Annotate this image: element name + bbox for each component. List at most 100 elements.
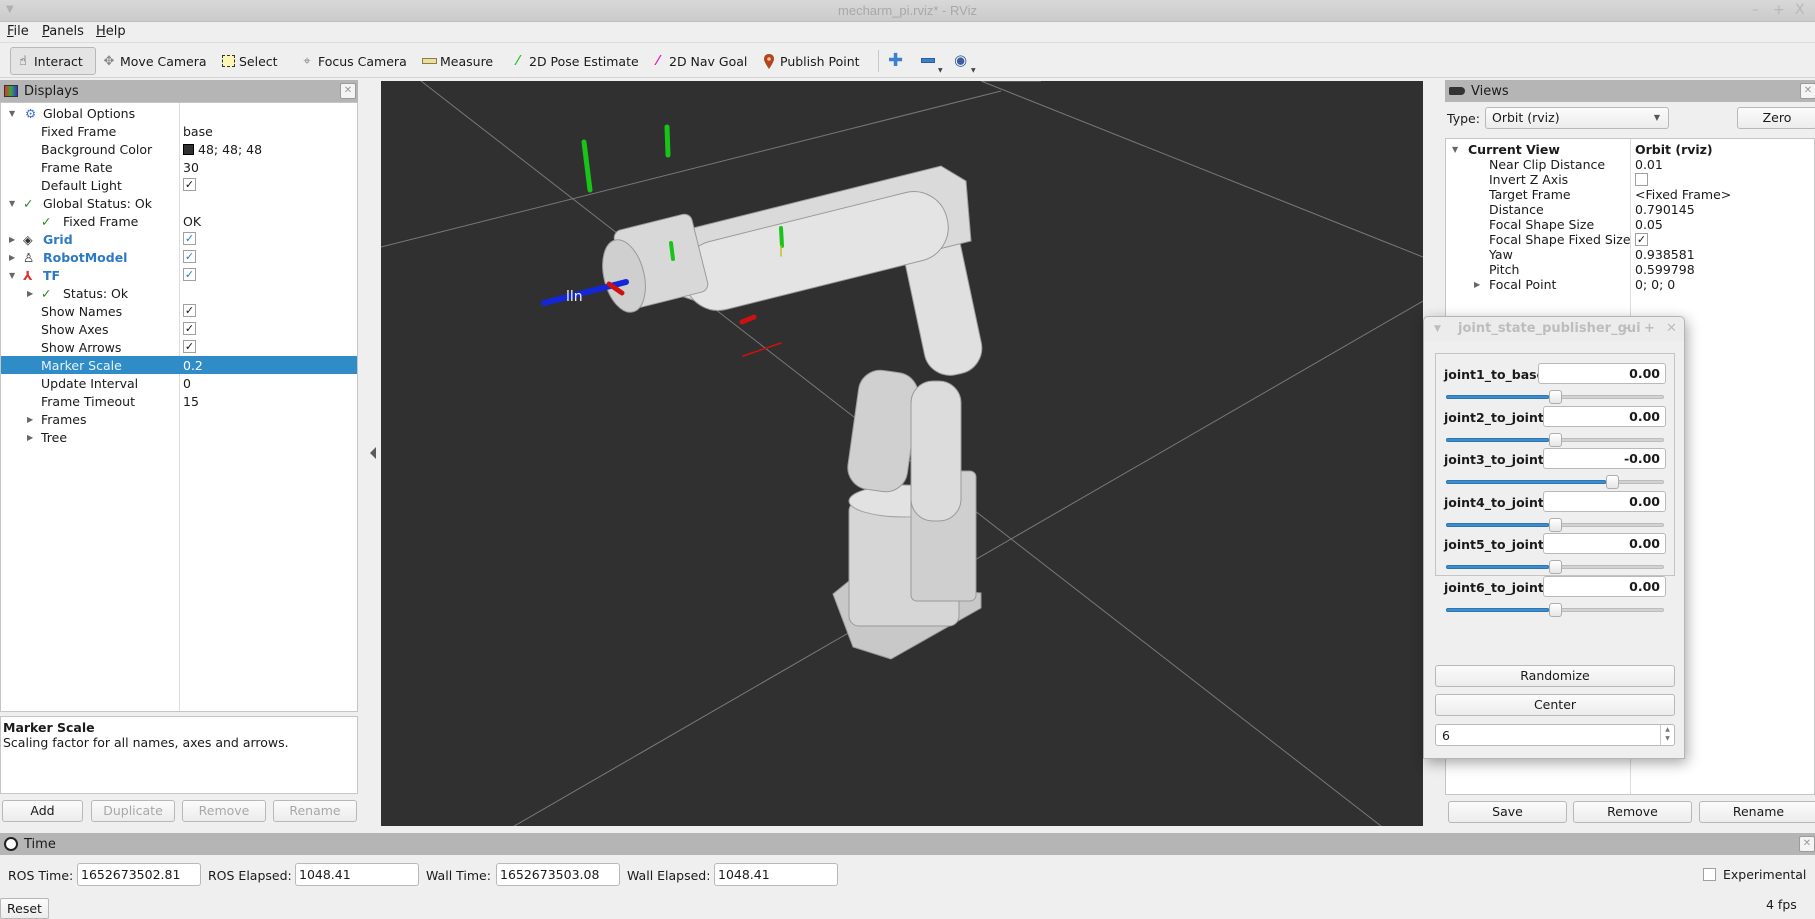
remove-display-button[interactable]: Remove [182, 800, 266, 822]
center-button[interactable]: Center [1435, 694, 1675, 716]
display-row-value[interactable]: 30 [183, 160, 199, 175]
views-close-icon[interactable]: ✕ [1800, 83, 1815, 99]
view-property-row[interactable]: Focal Shape Fixed Size ✓ [1446, 232, 1815, 247]
view-property-row[interactable]: Invert Z Axis [1446, 172, 1815, 187]
randomize-button[interactable]: Randomize [1435, 665, 1675, 687]
slider-handle[interactable] [1606, 475, 1619, 489]
display-row-checkbox[interactable]: ✓ [183, 304, 196, 317]
view-property-row[interactable]: Focal Shape Size 0.05 [1446, 217, 1815, 232]
view-property-row[interactable]: Distance 0.790145 [1446, 202, 1815, 217]
joint-slider[interactable] [1446, 602, 1664, 617]
duplicate-display-button[interactable]: Duplicate [91, 800, 175, 822]
jsp-title-bar[interactable]: ▼ joint_state_publisher_gui – + ✕ [1424, 317, 1684, 341]
display-tree-row[interactable]: ▶ ◈ Grid ✓ [1, 230, 357, 248]
display-tree-row[interactable]: Fixed Frame base [1, 122, 357, 140]
display-tree-row[interactable]: Frame Timeout 15 [1, 392, 357, 410]
display-row-checkbox[interactable]: ✓ [183, 232, 196, 245]
wall-time-field[interactable]: 1652673503.08 [496, 863, 620, 886]
display-row-checkbox[interactable]: ✓ [183, 178, 196, 191]
display-tree-row[interactable]: Marker Scale 0.2 [1, 356, 357, 374]
reset-time-button[interactable]: Reset [0, 898, 49, 919]
minus-dropdown-icon[interactable]: ▼ [938, 67, 943, 74]
display-row-value[interactable]: OK [183, 214, 201, 229]
menu-file[interactable]: File [7, 24, 29, 39]
tool-focus-camera[interactable]: ⌖ Focus Camera [295, 47, 411, 75]
display-tree-row[interactable]: ▼ ✓ Global Status: Ok [1, 194, 357, 212]
display-row-value[interactable]: 15 [183, 394, 199, 409]
eye-icon[interactable]: ◉ [954, 51, 967, 69]
zero-view-button[interactable]: Zero [1737, 107, 1815, 129]
display-tree-row[interactable]: ▶ Tree [1, 428, 357, 446]
display-row-checkbox[interactable]: ✓ [183, 250, 196, 263]
joint-slider[interactable] [1446, 560, 1664, 574]
joint-slider[interactable] [1446, 432, 1664, 447]
collapse-splitter-handle[interactable] [370, 447, 376, 459]
joint-value-field[interactable]: -0.00 [1543, 448, 1666, 469]
view-property-row[interactable]: Target Frame <Fixed Frame> [1446, 187, 1815, 202]
spin-arrows-icon[interactable]: ▲ ▼ [1660, 725, 1674, 745]
expand-open-icon[interactable]: ▼ [9, 199, 15, 208]
display-row-value[interactable]: 0 [183, 376, 191, 391]
maximize-button[interactable]: + [1773, 2, 1785, 18]
view-property-value[interactable]: <Fixed Frame> [1635, 187, 1731, 202]
expand-closed-icon[interactable]: ▶ [27, 415, 33, 424]
display-tree-row[interactable]: Default Light ✓ [1, 176, 357, 194]
joint-count-spinbox[interactable]: 6 ▲ ▼ [1435, 724, 1675, 746]
display-row-value[interactable]: 48; 48; 48 [183, 142, 262, 157]
remove-view-button[interactable]: Remove [1573, 801, 1692, 823]
view-property-checkbox[interactable]: ✓ [1635, 233, 1648, 246]
jsp-maximize-button[interactable]: + [1644, 317, 1655, 341]
ros-elapsed-field[interactable]: 1048.41 [295, 863, 419, 886]
plus-icon[interactable]: ✚ [888, 50, 903, 71]
expand-closed-icon[interactable]: ▶ [9, 235, 15, 244]
view-property-value[interactable]: 0.01 [1635, 157, 1663, 172]
display-tree-row[interactable]: ▶ ♙ RobotModel ✓ [1, 248, 357, 266]
close-window-button[interactable]: X [1795, 2, 1805, 18]
display-tree-row[interactable]: Show Axes ✓ [1, 320, 357, 338]
display-tree-row[interactable]: Background Color 48; 48; 48 [1, 140, 357, 158]
menu-help[interactable]: Help [96, 24, 126, 39]
rename-display-button[interactable]: Rename [273, 800, 357, 822]
display-tree-row[interactable]: ▼ ⅄ TF ✓ [1, 266, 357, 284]
display-tree-row[interactable]: ▶ Frames [1, 410, 357, 428]
experimental-checkbox[interactable] [1703, 868, 1716, 881]
jsp-minimize-button[interactable]: – [1624, 317, 1631, 341]
view-property-value[interactable]: 0.05 [1635, 217, 1663, 232]
view-property-value[interactable]: 0.790145 [1635, 202, 1695, 217]
save-view-button[interactable]: Save [1448, 801, 1567, 823]
view-property-checkbox[interactable] [1635, 173, 1648, 186]
minimize-button[interactable]: – [1752, 2, 1759, 18]
current-view-row[interactable]: ▼ Current View Orbit (rviz) [1446, 142, 1815, 157]
ros-time-field[interactable]: 1652673502.81 [77, 863, 201, 886]
joint-value-field[interactable]: 0.00 [1543, 405, 1666, 427]
jsp-menu-icon[interactable]: ▼ [1434, 317, 1441, 341]
display-tree-row[interactable]: Frame Rate 30 [1, 158, 357, 176]
time-close-icon[interactable]: ✕ [1799, 836, 1815, 852]
joint-slider[interactable] [1446, 517, 1664, 532]
expand-closed-icon[interactable]: ▶ [9, 253, 15, 262]
display-row-checkbox[interactable]: ✓ [183, 322, 196, 335]
color-swatch[interactable] [183, 143, 194, 155]
tool-2d-nav-goal[interactable]: ⁄ 2D Nav Goal [646, 47, 751, 75]
view-property-value[interactable]: 0; 0; 0 [1635, 277, 1675, 292]
expand-closed-icon[interactable]: ▶ [27, 433, 33, 442]
display-row-value[interactable]: base [183, 124, 213, 139]
display-tree-row[interactable]: ▼ ⚙ Global Options [1, 104, 357, 122]
rename-view-button[interactable]: Rename [1699, 801, 1815, 823]
display-tree-row[interactable]: Show Names ✓ [1, 302, 357, 320]
eye-dropdown-icon[interactable]: ▼ [971, 67, 976, 74]
tool-publish-point[interactable]: Publish Point [757, 47, 864, 75]
display-tree-row[interactable]: Update Interval 0 [1, 374, 357, 392]
view-property-value[interactable]: 0.599798 [1635, 262, 1695, 277]
expand-open-icon[interactable]: ▼ [9, 109, 15, 118]
view-property-row[interactable]: ▶ Focal Point 0; 0; 0 [1446, 277, 1815, 292]
joint-value-field[interactable]: 0.00 [1543, 575, 1666, 597]
display-row-checkbox[interactable]: ✓ [183, 268, 196, 281]
display-tree-row[interactable]: ✓ Fixed Frame OK [1, 212, 357, 230]
wall-elapsed-field[interactable]: 1048.41 [714, 863, 838, 886]
tool-move-camera[interactable]: ✥ Move Camera [97, 47, 211, 75]
tool-interact[interactable]: ☝ Interact [10, 47, 96, 75]
view-type-select[interactable]: Orbit (rviz) ▼ [1485, 107, 1669, 129]
expand-closed-icon[interactable]: ▶ [1474, 277, 1480, 292]
jsp-close-button[interactable]: ✕ [1666, 317, 1677, 341]
